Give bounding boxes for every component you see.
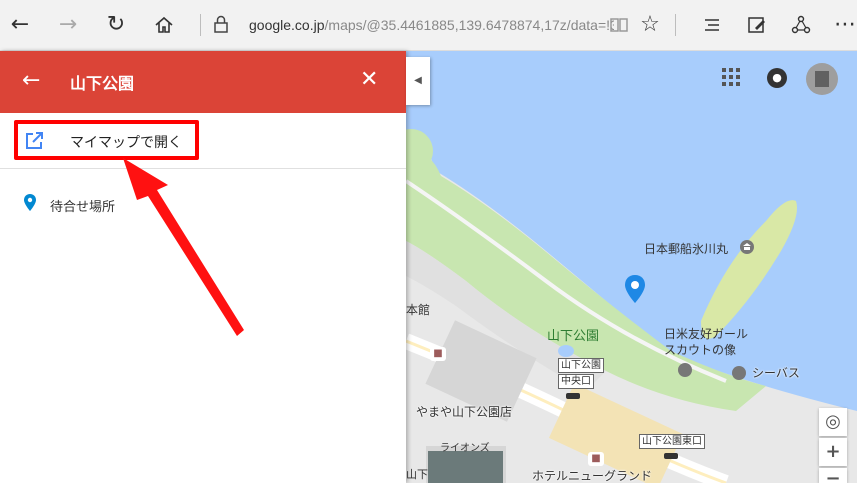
share-icon[interactable] <box>788 12 814 38</box>
poi-icon <box>678 363 692 377</box>
bus-stop-label: 山下公園 <box>558 358 604 373</box>
close-icon[interactable]: ✕ <box>360 67 378 92</box>
more-icon[interactable]: ⋯ <box>832 12 857 38</box>
map-label-lions: ライオンズ <box>440 443 490 454</box>
url-text: google.co.jp/maps/@35.4461885,139.647887… <box>249 17 614 33</box>
browser-toolbar: ← → ↻ google.co.jp/maps/@35.4461885,139.… <box>0 0 857 51</box>
highlight-box <box>14 120 199 160</box>
my-location-icon[interactable]: ◎ <box>819 408 847 436</box>
traffic-signal-icon <box>664 453 678 459</box>
place-label: 待合せ場所 <box>50 200 116 215</box>
panel-title: 山下公園 <box>70 74 135 93</box>
toolbar-divider <box>675 14 676 36</box>
zoom-out-button[interactable]: − <box>819 468 847 483</box>
map-label-park: 山下公園 <box>547 328 600 343</box>
map-label-statue: 日米友好ガール スカウトの像 <box>664 327 749 357</box>
favorite-star-icon[interactable]: ☆ <box>637 12 663 38</box>
map-label-hotel-newgrand: ホテルニューグランド <box>532 469 653 483</box>
apps-grid-icon[interactable] <box>722 68 740 90</box>
notifications-bell-icon[interactable]: ● <box>767 68 787 88</box>
home-icon[interactable] <box>151 12 177 38</box>
lock-icon <box>214 15 228 37</box>
hub-menu-icon[interactable] <box>699 12 725 38</box>
place-pin-icon <box>24 194 36 215</box>
map-label-hotel-partial: 本館 <box>406 303 431 317</box>
back-arrow-icon[interactable]: ← <box>7 12 33 38</box>
hotel-icon: ■ <box>430 347 446 361</box>
panel-header: ← 山下公園 ✕ <box>0 51 406 113</box>
map-label-mountain-partial: 山下 <box>406 469 428 481</box>
refresh-icon[interactable]: ↻ <box>103 12 129 38</box>
map-pin-icon[interactable] <box>624 274 646 308</box>
web-note-icon[interactable] <box>744 12 770 38</box>
account-avatar[interactable] <box>806 63 838 95</box>
zoom-in-button[interactable]: + <box>819 438 847 466</box>
reading-view-icon[interactable] <box>606 12 632 38</box>
map-label-seabus: シーバス <box>752 366 800 380</box>
back-arrow-icon[interactable]: ← <box>22 68 40 93</box>
map-label-ship: 日本郵船氷川丸 <box>644 242 729 256</box>
map-canvas[interactable]: 日本郵船氷川丸 山下公園 日米友好ガール スカウトの像 シーバス 本館 ■ やま… <box>406 51 857 483</box>
ferry-icon <box>732 366 746 380</box>
place-list-item[interactable]: 待合せ場所 <box>0 191 406 221</box>
side-panel: ← 山下公園 ✕ マイマップで開く 待合せ場所 <box>0 51 406 483</box>
bus-stop-label: 中央口 <box>558 374 594 389</box>
map-label-yamaya: やまや山下公園店 <box>416 405 513 419</box>
bus-stop-label: 山下公園東口 <box>639 434 705 449</box>
toolbar-divider <box>200 14 201 36</box>
museum-icon <box>740 239 754 258</box>
collapse-panel-button[interactable]: ◀ <box>406 57 430 105</box>
forward-arrow-icon[interactable]: → <box>55 12 81 38</box>
traffic-signal-icon <box>566 393 580 399</box>
hotel-icon: ■ <box>588 452 604 466</box>
